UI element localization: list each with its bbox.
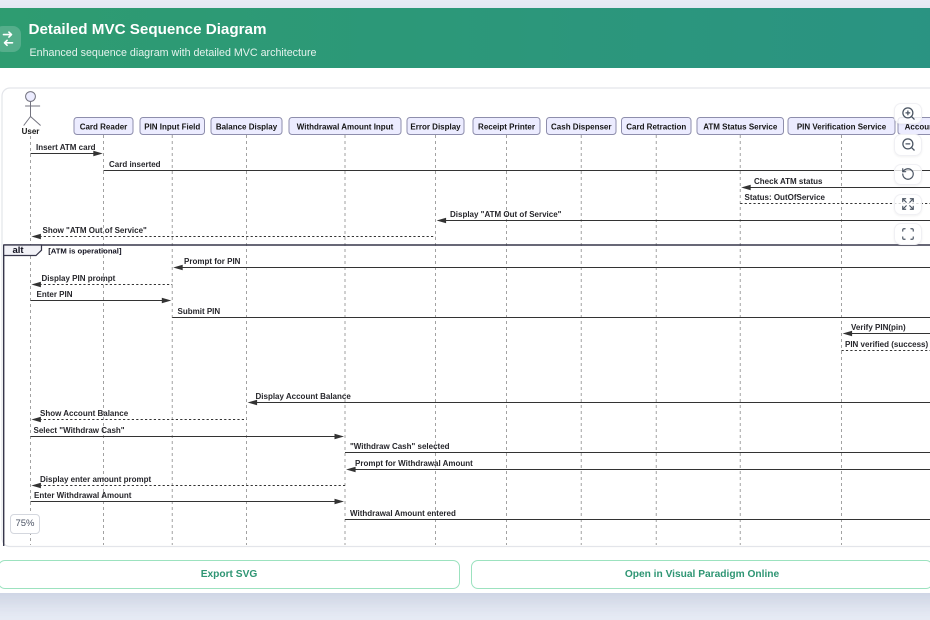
svg-text:Prompt for Withdrawal Amount: Prompt for Withdrawal Amount <box>355 459 473 468</box>
svg-text:Card inserted: Card inserted <box>109 160 161 169</box>
svg-text:Submit PIN: Submit PIN <box>178 307 221 316</box>
svg-text:Error Display: Error Display <box>410 122 461 131</box>
svg-text:Receipt Printer: Receipt Printer <box>478 122 535 131</box>
svg-text:Card Retraction: Card Retraction <box>626 122 686 131</box>
svg-text:PIN Verification Service: PIN Verification Service <box>797 122 887 131</box>
svg-text:Display PIN prompt: Display PIN prompt <box>42 274 116 283</box>
svg-text:Show Account Balance: Show Account Balance <box>40 409 129 418</box>
svg-text:Cash Dispenser: Cash Dispenser <box>551 122 611 131</box>
svg-text:alt: alt <box>13 245 25 256</box>
svg-text:Display Account Balance: Display Account Balance <box>256 392 352 401</box>
svg-text:Enter Withdrawal Amount: Enter Withdrawal Amount <box>34 491 132 500</box>
svg-text:[ATM is operational]: [ATM is operational] <box>48 246 122 255</box>
svg-text:Withdrawal Amount entered: Withdrawal Amount entered <box>350 509 456 518</box>
svg-text:"Withdraw Cash" selected: "Withdraw Cash" selected <box>350 442 450 451</box>
svg-text:Show "ATM Out of Service": Show "ATM Out of Service" <box>43 226 148 235</box>
svg-text:Balance Display: Balance Display <box>216 122 278 131</box>
svg-text:ATM Status Service: ATM Status Service <box>703 122 778 131</box>
svg-text:Card Reader: Card Reader <box>80 122 128 131</box>
svg-text:Display "ATM Out of Service": Display "ATM Out of Service" <box>450 210 562 219</box>
svg-text:PIN Input Field: PIN Input Field <box>144 122 200 131</box>
svg-text:Verify PIN(pin): Verify PIN(pin) <box>851 323 906 332</box>
svg-text:Check ATM status: Check ATM status <box>754 177 823 186</box>
svg-text:Select "Withdraw Cash": Select "Withdraw Cash" <box>34 426 125 435</box>
svg-text:User: User <box>22 127 40 136</box>
svg-text:Display enter amount prompt: Display enter amount prompt <box>40 475 151 484</box>
svg-text:Insert ATM card: Insert ATM card <box>36 143 96 152</box>
svg-text:Prompt for PIN: Prompt for PIN <box>184 257 241 266</box>
svg-text:Withdrawal Amount Input: Withdrawal Amount Input <box>297 122 394 131</box>
svg-text:Enter PIN: Enter PIN <box>37 290 73 299</box>
svg-text:Status: OutOfService: Status: OutOfService <box>745 193 826 202</box>
svg-text:PIN verified (success): PIN verified (success) <box>845 340 928 349</box>
